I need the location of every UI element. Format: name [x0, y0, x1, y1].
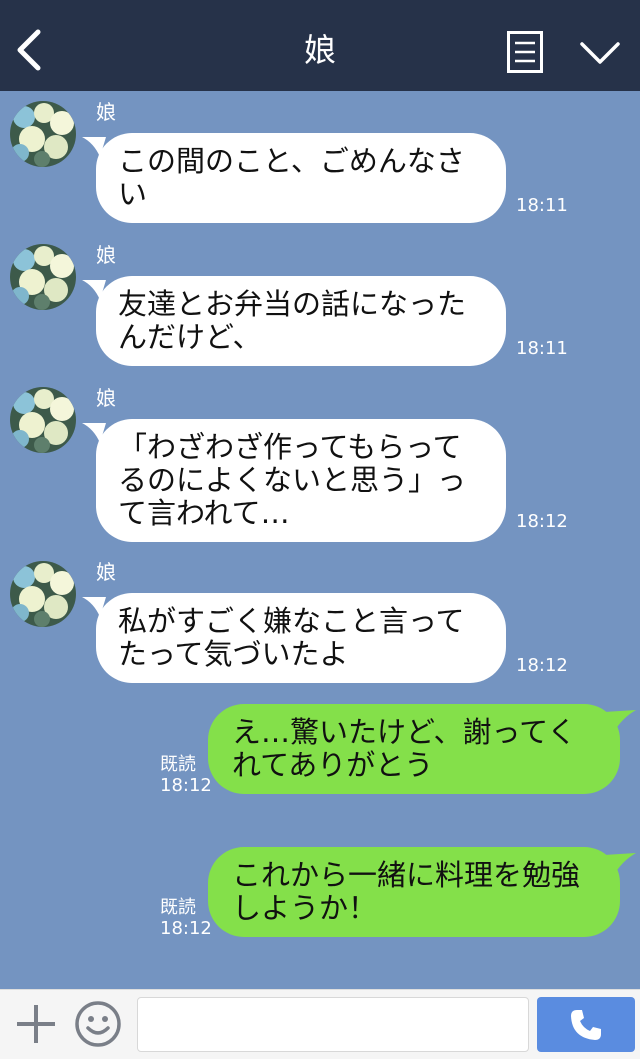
plus-icon	[17, 1005, 55, 1043]
message-line: れてありがとう	[232, 748, 434, 782]
message-incoming: 娘 私がすごく嫌なこと言って たって気づいたよ 18:12	[0, 551, 640, 687]
message-bubble[interactable]: この間のこと、ごめんなさ い	[96, 133, 506, 223]
message-incoming: 娘 この間のこと、ごめんなさ い 18:11	[0, 91, 640, 227]
chevron-down-icon	[580, 42, 620, 64]
message-incoming: 娘 友達とお弁当の話になった んだけど、 18:11	[0, 234, 640, 370]
chat-title: 娘	[303, 31, 336, 69]
sender-name: 娘	[96, 100, 116, 124]
message-line: たって気づいたよ	[118, 637, 349, 671]
message-incoming: 娘 「わざわざ作ってもらって るのによくないと思う」っ て言われて… 18:12	[0, 377, 640, 547]
avatar[interactable]	[10, 244, 76, 310]
emoji-icon	[75, 1001, 121, 1047]
message-time: 18:11	[516, 195, 568, 216]
message-bubble[interactable]: 友達とお弁当の話になった んだけど、	[96, 276, 506, 366]
list-icon	[507, 31, 543, 73]
message-line: 友達とお弁当の話になった	[118, 287, 467, 321]
message-line: て言われて…	[118, 496, 290, 530]
emoji-button[interactable]	[74, 1000, 122, 1048]
message-time: 18:12	[160, 775, 212, 796]
phone-icon	[571, 1010, 601, 1040]
message-time: 18:11	[516, 338, 568, 359]
call-button[interactable]	[537, 997, 635, 1052]
message-line: この間のこと、ごめんなさ	[118, 144, 465, 178]
message-outgoing: 既読 18:12 これから一緒に料理を勉強 しようか！	[0, 847, 640, 943]
chat-header: 娘	[0, 0, 640, 91]
message-line: んだけど、	[118, 320, 262, 354]
message-line: るのによくないと思う」っ	[118, 463, 467, 497]
sender-name: 娘	[96, 243, 116, 267]
avatar[interactable]	[10, 561, 76, 627]
message-line: これから一緒に料理を勉強	[232, 858, 581, 892]
message-time: 18:12	[516, 511, 568, 532]
sender-name: 娘	[96, 560, 116, 584]
attach-button[interactable]	[14, 1002, 58, 1046]
message-line: い	[118, 177, 148, 211]
read-receipt: 既読	[160, 897, 196, 918]
collapse-button[interactable]	[578, 36, 622, 70]
message-bubble[interactable]: 「わざわざ作ってもらって るのによくないと思う」っ て言われて…	[96, 419, 506, 542]
message-input[interactable]	[137, 997, 529, 1052]
avatar[interactable]	[10, 101, 76, 167]
message-time: 18:12	[160, 918, 212, 939]
message-line: 「わざわざ作ってもらって	[118, 430, 462, 464]
message-line: え…驚いたけど、謝ってく	[232, 715, 577, 749]
menu-button[interactable]	[507, 31, 543, 73]
read-receipt: 既読	[160, 754, 196, 775]
message-bubble[interactable]: え…驚いたけど、謝ってく れてありがとう	[208, 704, 620, 794]
message-line: しようか！	[232, 891, 378, 925]
message-bubble[interactable]: これから一緒に料理を勉強 しようか！	[208, 847, 620, 937]
message-line: 私がすごく嫌なこと言って	[118, 604, 465, 638]
message-time: 18:12	[516, 655, 568, 676]
message-outgoing: 既読 18:12 え…驚いたけど、謝ってく れてありがとう	[0, 704, 640, 800]
message-bubble[interactable]: 私がすごく嫌なこと言って たって気づいたよ	[96, 593, 506, 683]
sender-name: 娘	[96, 386, 116, 410]
avatar[interactable]	[10, 387, 76, 453]
input-bar	[0, 989, 640, 1059]
chat-area[interactable]: 娘 この間のこと、ごめんなさ い 18:11 娘 友達とお弁当の話になった んだ…	[0, 91, 640, 989]
